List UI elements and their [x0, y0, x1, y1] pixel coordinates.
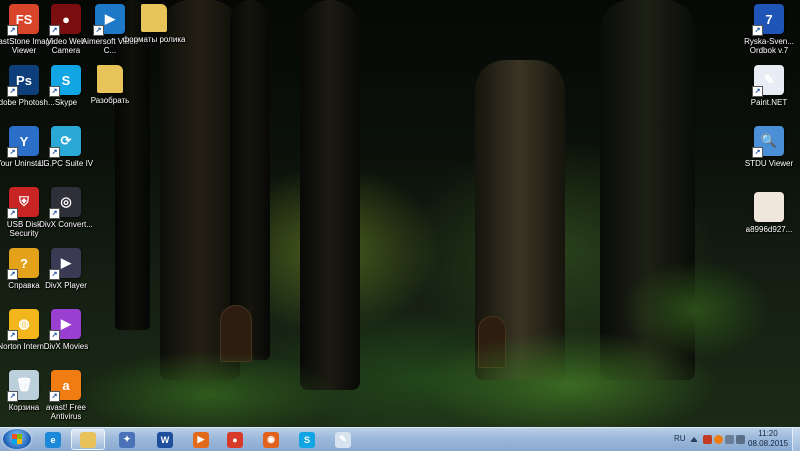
divx-converter-icon: ◎ ↗ [49, 187, 81, 219]
desktop-shortcut[interactable]: ◎ ↗ DivX Convert... [34, 187, 98, 247]
desktop-shortcut-label: Разобрать [90, 96, 130, 105]
tray-app-icon[interactable] [703, 435, 712, 444]
desktop-shortcut-label: DivX Player [45, 281, 87, 290]
clock[interactable]: 11:20 08.08.2015 [748, 429, 788, 449]
desktop-shortcut[interactable]: ▶ ↗ DivX Player [34, 248, 98, 308]
divx-movies-icon: ▶ ↗ [49, 309, 81, 341]
divx-player-icon: ▶ ↗ [49, 248, 81, 280]
taskbar: e ✦ W ▶ ● ◉ S ✎ RU 11:20 08.08.2015 [0, 427, 800, 451]
shortcut-arrow-icon: ↗ [752, 25, 763, 36]
desktop-shortcut[interactable]: ▶ ↗ DivX Movies [34, 309, 98, 369]
paint-net-icon: ✎ [335, 431, 351, 448]
language-indicator[interactable]: RU [674, 434, 686, 443]
windows-logo-icon [12, 434, 22, 444]
taskbar-button[interactable]: ● [218, 429, 252, 450]
desktop-shortcut[interactable]: a8996d927... [737, 192, 800, 252]
desktop-shortcut[interactable]: 🔍 ↗ STDU Viewer [737, 126, 800, 186]
tray-antivirus-icon[interactable] [714, 435, 723, 444]
shortcut-arrow-icon: ↗ [49, 330, 60, 341]
shortcut-arrow-icon: ↗ [7, 269, 18, 280]
shortcut-arrow-icon: ↗ [93, 25, 104, 36]
desktop-shortcut[interactable]: a ↗ avast! Free Antivirus [34, 370, 98, 430]
desktop-shortcut-label: a8996d927... [745, 225, 793, 234]
desktop-shortcut[interactable]: ⟳ ↗ LG PC Suite IV [34, 126, 98, 186]
firefox-icon: ◉ [263, 431, 279, 448]
internet-explorer-icon: e [45, 431, 61, 448]
desktop-shortcut-label: LG PC Suite IV [38, 159, 94, 168]
tools-icon: ✦ [119, 431, 135, 448]
word-icon: W [157, 431, 173, 448]
shortcut-arrow-icon: ↗ [49, 25, 60, 36]
desktop-shortcut-label: DivX Convert... [39, 220, 93, 229]
desktop-shortcut-label: STDU Viewer [744, 159, 794, 168]
lg-pc-suite-icon: ⟳ ↗ [49, 126, 81, 158]
shortcut-arrow-icon: ↗ [49, 269, 60, 280]
stdu-viewer-icon: 🔍 ↗ [752, 126, 784, 158]
shortcut-arrow-icon: ↗ [752, 147, 763, 158]
aimersoft-icon: ▶ ↗ [93, 4, 125, 36]
desktop-shortcut-label: DivX Movies [43, 342, 89, 351]
shortcut-arrow-icon: ↗ [49, 208, 60, 219]
shortcut-arrow-icon: ↗ [7, 208, 18, 219]
desktop-shortcut-label: avast! Free Antivirus [45, 403, 86, 421]
image-file-icon [754, 192, 784, 222]
taskbar-button[interactable] [71, 429, 105, 450]
explorer-folder-icon [80, 431, 96, 448]
folder-icon [141, 4, 167, 32]
desktop-shortcut[interactable]: форматы ролика [122, 4, 186, 64]
network-icon[interactable] [725, 435, 734, 444]
webcam-icon: ● ↗ [49, 4, 81, 36]
desktop-shortcut-label: Ryska-Sven... Ordbok v.7 [744, 37, 794, 55]
taskbar-button[interactable]: ◉ [254, 429, 288, 450]
shortcut-arrow-icon: ↗ [752, 86, 763, 97]
shortcut-arrow-icon: ↗ [49, 86, 60, 97]
desktop-shortcut-label: форматы ролика [122, 35, 186, 44]
chrome-icon: ● [227, 431, 243, 448]
taskbar-button[interactable]: W [148, 429, 182, 450]
tray-expand-icon[interactable] [690, 437, 698, 442]
skype-icon: S ↗ [49, 65, 81, 97]
shortcut-arrow-icon: ↗ [49, 147, 60, 158]
start-button[interactable] [3, 429, 31, 449]
desktop-shortcut[interactable]: ✎ ↗ Paint.NET [737, 65, 800, 125]
shortcut-arrow-icon: ↗ [7, 147, 18, 158]
taskbar-button[interactable]: ✦ [110, 429, 144, 450]
folder-icon [97, 65, 123, 93]
clock-date: 08.08.2015 [748, 439, 789, 448]
dictionary-flags-icon: 7 ↗ [752, 4, 784, 36]
media-player-icon: ▶ [193, 431, 209, 448]
taskbar-button[interactable]: ▶ [184, 429, 218, 450]
taskbar-button[interactable]: ✎ [326, 429, 360, 450]
show-desktop-button[interactable] [792, 428, 800, 451]
desktop-shortcut[interactable]: Разобрать [78, 65, 142, 125]
shortcut-arrow-icon: ↗ [49, 391, 60, 402]
desktop-shortcut[interactable]: 7 ↗ Ryska-Sven... Ordbok v.7 [737, 4, 800, 64]
volume-icon[interactable] [736, 435, 745, 444]
taskbar-button[interactable]: e [36, 429, 70, 450]
shortcut-arrow-icon: ↗ [7, 86, 18, 97]
taskbar-button[interactable]: S [290, 429, 324, 450]
clock-time: 11:20 [758, 429, 778, 438]
avast-icon: a ↗ [49, 370, 81, 402]
shortcut-arrow-icon: ↗ [7, 25, 18, 36]
desktop-shortcut-label: Paint.NET [750, 98, 788, 107]
shortcut-arrow-icon: ↗ [7, 391, 18, 402]
shortcut-arrow-icon: ↗ [7, 330, 18, 341]
skype-icon: S [299, 431, 315, 448]
paint-net-icon: ✎ ↗ [752, 65, 784, 97]
